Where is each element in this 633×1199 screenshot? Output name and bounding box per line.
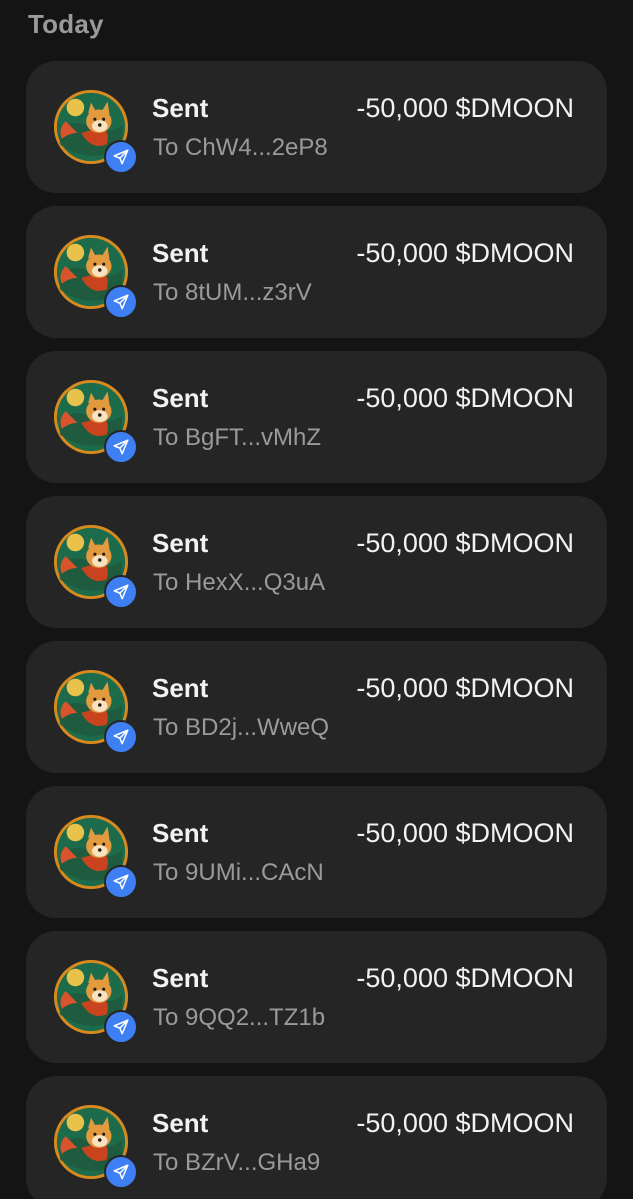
transaction-item[interactable]: Sent -50,000 $DMOON To 9UMi...CAcN xyxy=(26,786,607,918)
send-arrow-icon xyxy=(113,439,129,455)
send-arrow-icon xyxy=(113,294,129,310)
transaction-item[interactable]: Sent -50,000 $DMOON To BgFT...vMhZ xyxy=(26,351,607,483)
transaction-type: Sent xyxy=(152,1108,209,1138)
send-badge xyxy=(104,140,138,174)
transaction-amount: -50,000 $DMOON xyxy=(356,528,574,558)
transaction-recipient: To 9UMi...CAcN xyxy=(153,859,324,886)
send-arrow-icon xyxy=(113,874,129,890)
transaction-recipient: To 8tUM...z3rV xyxy=(153,279,312,306)
transaction-type: Sent xyxy=(152,673,209,703)
transaction-item[interactable]: Sent -50,000 $DMOON To ChW4...2eP8 xyxy=(26,61,607,193)
send-badge xyxy=(104,575,138,609)
transaction-type: Sent xyxy=(152,963,209,993)
transaction-amount: -50,000 $DMOON xyxy=(356,673,574,703)
token-avatar xyxy=(52,233,138,319)
transaction-item[interactable]: Sent -50,000 $DMOON To HexX...Q3uA xyxy=(26,496,607,628)
send-arrow-icon xyxy=(113,1019,129,1035)
token-avatar xyxy=(52,378,138,464)
token-avatar xyxy=(52,523,138,609)
send-badge xyxy=(104,1155,138,1189)
token-avatar xyxy=(52,88,138,174)
send-badge xyxy=(104,1010,138,1044)
token-avatar xyxy=(52,958,138,1044)
transaction-item[interactable]: Sent -50,000 $DMOON To BZrV...GHa9 xyxy=(26,1076,607,1199)
section-header-today: Today xyxy=(28,9,104,39)
transaction-amount: -50,000 $DMOON xyxy=(356,963,574,993)
activity-screen: Today Sent -50,000 $DMOON To ChW4...2eP8… xyxy=(0,0,633,1199)
transaction-amount: -50,000 $DMOON xyxy=(356,383,574,413)
transaction-recipient: To 9QQ2...TZ1b xyxy=(153,1004,326,1031)
token-avatar xyxy=(52,1103,138,1189)
transaction-item[interactable]: Sent -50,000 $DMOON To 8tUM...z3rV xyxy=(26,206,607,338)
send-badge xyxy=(104,285,138,319)
transaction-type: Sent xyxy=(152,528,209,558)
send-arrow-icon xyxy=(113,729,129,745)
send-badge xyxy=(104,720,138,754)
send-arrow-icon xyxy=(113,584,129,600)
transaction-recipient: To HexX...Q3uA xyxy=(153,569,326,596)
transaction-recipient: To BgFT...vMhZ xyxy=(153,424,322,451)
transaction-item[interactable]: Sent -50,000 $DMOON To BD2j...WweQ xyxy=(26,641,607,773)
transaction-type: Sent xyxy=(152,93,209,123)
token-avatar xyxy=(52,668,138,754)
transaction-type: Sent xyxy=(152,818,209,848)
transaction-type: Sent xyxy=(152,238,209,268)
transaction-amount: -50,000 $DMOON xyxy=(356,818,574,848)
send-arrow-icon xyxy=(113,149,129,165)
transaction-type: Sent xyxy=(152,383,209,413)
transaction-amount: -50,000 $DMOON xyxy=(356,93,574,123)
transaction-item[interactable]: Sent -50,000 $DMOON To 9QQ2...TZ1b xyxy=(26,931,607,1063)
send-badge xyxy=(104,865,138,899)
transaction-recipient: To ChW4...2eP8 xyxy=(153,134,328,161)
transaction-list: Sent -50,000 $DMOON To ChW4...2eP8 Sent … xyxy=(26,61,607,1199)
send-arrow-icon xyxy=(113,1164,129,1180)
transaction-amount: -50,000 $DMOON xyxy=(356,238,574,268)
transaction-amount: -50,000 $DMOON xyxy=(356,1108,574,1138)
transaction-recipient: To BD2j...WweQ xyxy=(153,714,330,741)
transaction-recipient: To BZrV...GHa9 xyxy=(153,1149,321,1176)
send-badge xyxy=(104,430,138,464)
token-avatar xyxy=(52,813,138,899)
